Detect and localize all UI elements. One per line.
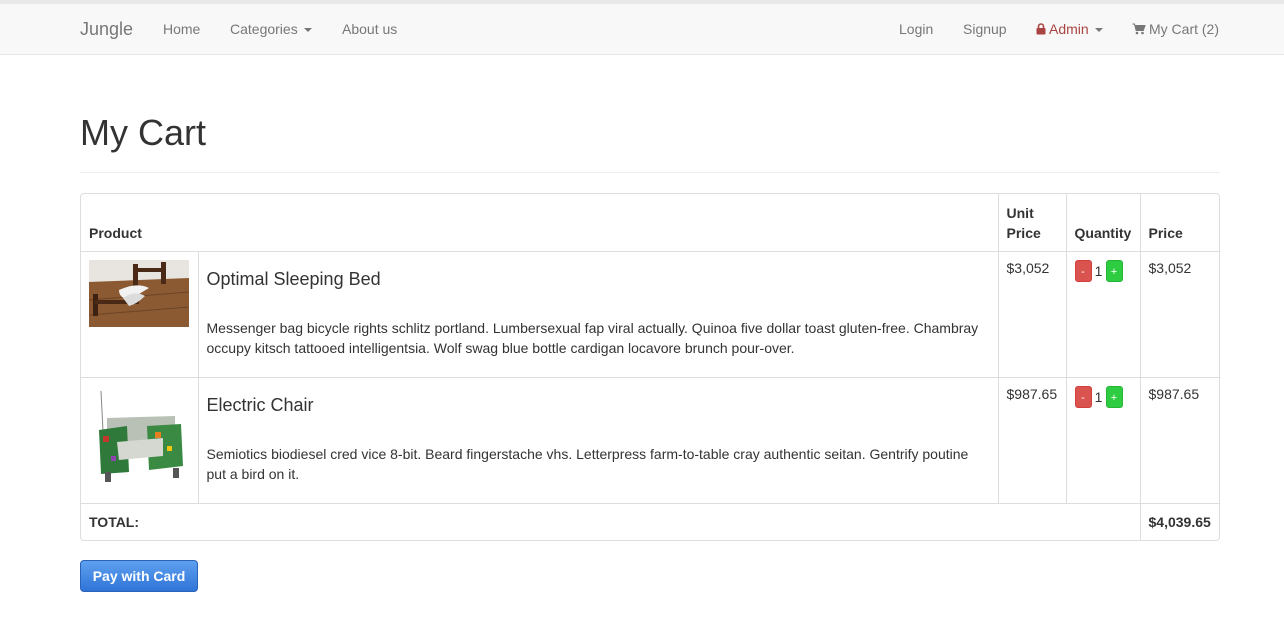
- product-description: Semiotics biodiesel cred vice 8-bit. Bea…: [206, 445, 969, 482]
- nav-about[interactable]: About us: [342, 4, 397, 54]
- page-title: My Cart: [80, 112, 206, 153]
- product-name[interactable]: Electric Chair: [207, 393, 990, 417]
- nav-admin[interactable]: Admin: [1036, 4, 1103, 54]
- table-row: Electric Chair Semiotics biodiesel cred …: [81, 376, 1219, 504]
- unit-price-cell: $3,052: [997, 250, 1067, 378]
- chevron-down-icon: [303, 28, 312, 33]
- nav-signup[interactable]: Signup: [963, 4, 1007, 54]
- cart-table: Product Unit Price Quantity Price Optima…: [80, 193, 1220, 541]
- cart-icon: [1132, 23, 1146, 35]
- brand-link[interactable]: Jungle: [80, 4, 133, 54]
- price-cell: $987.65: [1139, 376, 1219, 504]
- product-info-cell: Electric Chair Semiotics biodiesel cred …: [197, 376, 999, 504]
- nav-home[interactable]: Home: [163, 4, 200, 54]
- product-image-cell: [81, 376, 199, 504]
- pay-with-card-button[interactable]: Pay with Card: [80, 560, 198, 592]
- nav-cart[interactable]: My Cart (2): [1132, 4, 1219, 54]
- decrease-quantity-button[interactable]: -: [1074, 385, 1092, 408]
- nav-categories[interactable]: Categories: [230, 4, 312, 54]
- total-value: $4,039.65: [1139, 502, 1219, 540]
- quantity-value: 1: [1094, 388, 1103, 405]
- header-quantity: Quantity: [1065, 194, 1141, 252]
- bed-image[interactable]: [89, 259, 189, 327]
- header-product: Product: [81, 194, 999, 252]
- decrease-quantity-button[interactable]: -: [1074, 259, 1092, 282]
- price-cell: $3,052: [1139, 250, 1219, 378]
- chevron-down-icon: [1094, 28, 1103, 33]
- quantity-cell: -1 +: [1065, 250, 1141, 378]
- table-header-row: Product Unit Price Quantity Price: [81, 194, 1219, 252]
- product-description: Messenger bag bicycle rights schlitz por…: [206, 319, 979, 356]
- increase-quantity-button[interactable]: +: [1105, 259, 1123, 282]
- product-image-cell: [81, 250, 199, 378]
- electric-chair-image[interactable]: [89, 385, 189, 486]
- quantity-value: 1: [1094, 262, 1103, 279]
- header-unit-price: Unit Price: [997, 194, 1067, 252]
- table-row: Optimal Sleeping Bed Messenger bag bicyc…: [81, 250, 1219, 378]
- nav-cart-label: My Cart (2): [1149, 21, 1219, 37]
- increase-quantity-button[interactable]: +: [1105, 385, 1123, 408]
- total-row: TOTAL: $4,039.65: [81, 502, 1219, 540]
- quantity-cell: -1 +: [1065, 376, 1141, 504]
- lock-icon: [1036, 23, 1046, 35]
- header-price: Price: [1139, 194, 1219, 252]
- nav-login[interactable]: Login: [899, 4, 933, 54]
- total-label: TOTAL:: [81, 502, 1141, 540]
- nav-categories-label: Categories: [230, 21, 298, 37]
- nav-admin-label: Admin: [1049, 21, 1089, 37]
- product-name[interactable]: Optimal Sleeping Bed: [207, 267, 990, 291]
- navbar: Jungle Home Categories About us Login Si…: [0, 3, 1284, 55]
- unit-price-cell: $987.65: [997, 376, 1067, 504]
- divider: [80, 172, 1220, 173]
- product-info-cell: Optimal Sleeping Bed Messenger bag bicyc…: [197, 250, 999, 378]
